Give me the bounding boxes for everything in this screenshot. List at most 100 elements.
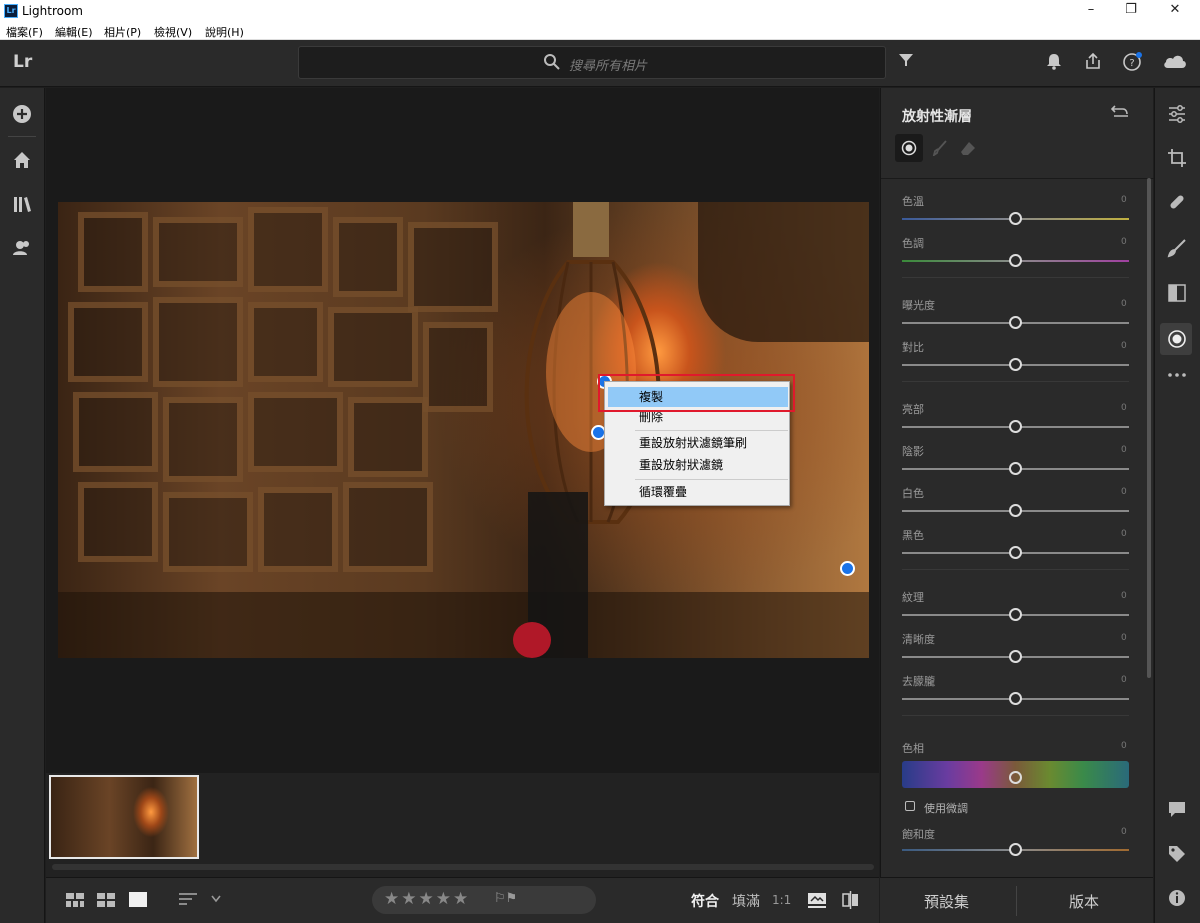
slider-knob[interactable] <box>1009 254 1022 267</box>
brush-tool-icon[interactable] <box>1167 238 1187 258</box>
undo-icon[interactable] <box>1111 104 1129 118</box>
slider-label: 黑色 <box>902 529 924 542</box>
edit-sliders-icon[interactable] <box>1167 104 1187 124</box>
close-button[interactable]: ✕ <box>1152 0 1198 22</box>
add-icon[interactable] <box>12 104 32 124</box>
slider-label: 清晰度 <box>902 633 935 646</box>
slider-label: 色調 <box>902 237 924 250</box>
healing-icon[interactable] <box>1167 192 1187 212</box>
filter-icon[interactable] <box>898 52 914 68</box>
grid-view-icon[interactable] <box>97 893 115 907</box>
slider-knob[interactable] <box>1009 504 1022 517</box>
menu-item-reset-radial-filter[interactable]: 重設放射狀濾鏡 <box>608 455 788 475</box>
photo-crate <box>78 212 148 292</box>
fill-button[interactable]: 填滿 <box>732 891 760 911</box>
photo-crate <box>348 397 428 477</box>
slider-label: 白色 <box>902 487 924 500</box>
slider-knob[interactable] <box>1009 358 1022 371</box>
sort-icon[interactable] <box>179 893 199 907</box>
slider-knob[interactable] <box>1009 692 1022 705</box>
radial-mask-tool[interactable] <box>895 134 923 162</box>
photo-crate <box>73 392 158 472</box>
photo-crate <box>163 492 253 572</box>
brush-icon[interactable] <box>932 140 948 156</box>
menu-help[interactable]: 說明(H) <box>205 24 244 40</box>
radial-gradient-icon[interactable] <box>1167 329 1187 349</box>
saturation-value: 0 <box>1121 827 1127 837</box>
hue-knob[interactable] <box>1009 771 1022 784</box>
saturation-label: 飽和度 <box>902 828 935 841</box>
detail-view-icon[interactable] <box>129 892 147 907</box>
slider-knob[interactable] <box>1009 316 1022 329</box>
more-options-icon[interactable] <box>1167 371 1187 379</box>
slider-knob[interactable] <box>1009 462 1022 475</box>
eraser-icon[interactable] <box>960 140 976 156</box>
zoom-1-1-button[interactable]: 1:1 <box>772 893 791 907</box>
lr-brand: Lr <box>13 52 33 72</box>
menu-separator <box>635 479 788 480</box>
menu-edit[interactable]: 編輯(E) <box>55 24 93 40</box>
slider-value: 0 <box>1121 591 1127 601</box>
annotation-highlight <box>598 374 795 412</box>
compare-icon[interactable] <box>807 891 827 909</box>
help-icon[interactable]: ? <box>1122 52 1142 72</box>
versions-button[interactable]: 版本 <box>1069 891 1099 912</box>
notification-bell-icon[interactable] <box>1046 52 1062 70</box>
menu-file[interactable]: 檔案(F) <box>6 24 43 40</box>
slider-knob[interactable] <box>1009 546 1022 559</box>
presets-button[interactable]: 預設集 <box>924 891 969 912</box>
info-icon[interactable] <box>1167 888 1187 908</box>
filmstrip-scrollbar[interactable] <box>52 864 874 870</box>
photo-driftwood <box>698 202 869 342</box>
square-grid-icon[interactable] <box>66 893 84 907</box>
before-after-icon[interactable] <box>842 891 860 909</box>
tag-icon[interactable] <box>1167 844 1187 864</box>
slider-label: 陰影 <box>902 445 924 458</box>
comment-icon[interactable] <box>1167 799 1187 819</box>
slider-label: 色溫 <box>902 195 924 208</box>
photo-crate <box>248 207 328 292</box>
menu-view[interactable]: 檢視(V) <box>154 24 192 40</box>
filmstrip-thumbnail[interactable] <box>49 775 199 859</box>
slider-label: 對比 <box>902 341 924 354</box>
slider-knob[interactable] <box>1009 608 1022 621</box>
group-separator <box>902 569 1129 570</box>
photo-crate <box>258 487 338 572</box>
fit-button[interactable]: 符合 <box>691 891 719 911</box>
right-tool-rail <box>1154 88 1200 923</box>
search-icon <box>544 54 560 70</box>
fine-tune-checkbox[interactable] <box>905 801 915 811</box>
cloud-icon[interactable] <box>1162 52 1188 70</box>
linear-gradient-icon[interactable] <box>1167 283 1187 303</box>
slider-value: 0 <box>1121 299 1127 309</box>
panel-footer: 預設集 版本 <box>880 877 1153 923</box>
slider-value: 0 <box>1121 403 1127 413</box>
menu-item-cycle-overlay[interactable]: 循環覆疊 <box>608 482 788 502</box>
people-icon[interactable] <box>12 238 32 258</box>
photo-crate <box>78 482 158 562</box>
panel-scrollbar[interactable] <box>1147 178 1151 678</box>
window-title: Lightroom <box>22 4 83 18</box>
maximize-button[interactable]: ❐ <box>1108 0 1154 22</box>
library-icon[interactable] <box>12 194 32 214</box>
share-icon[interactable] <box>1084 52 1102 70</box>
slider-value: 0 <box>1121 445 1127 455</box>
flag-icons[interactable]: ⚐⚑ <box>494 891 517 906</box>
radial-filter-pin-right[interactable] <box>840 561 855 576</box>
lightroom-logo-icon: Lr <box>4 4 18 18</box>
menu-photo[interactable]: 相片(P) <box>104 24 141 40</box>
window-title-bar: Lr Lightroom – ❐ ✕ <box>0 0 1200 22</box>
search-input[interactable]: 搜尋所有相片 <box>298 46 886 79</box>
crop-icon[interactable] <box>1167 148 1187 168</box>
radial-filter-icon <box>901 140 917 156</box>
menu-item-reset-radial-brush[interactable]: 重設放射狀濾鏡筆刷 <box>608 433 788 453</box>
slider-knob[interactable] <box>1009 650 1022 663</box>
slider-knob[interactable] <box>1009 420 1022 433</box>
star-rating[interactable]: ★★★★★ <box>384 889 470 909</box>
slider-knob[interactable] <box>1009 212 1022 225</box>
saturation-knob[interactable] <box>1009 843 1022 856</box>
home-icon[interactable] <box>12 150 32 170</box>
group-separator <box>902 715 1129 716</box>
chevron-down-icon[interactable] <box>211 895 221 903</box>
photo-crate <box>68 302 148 382</box>
